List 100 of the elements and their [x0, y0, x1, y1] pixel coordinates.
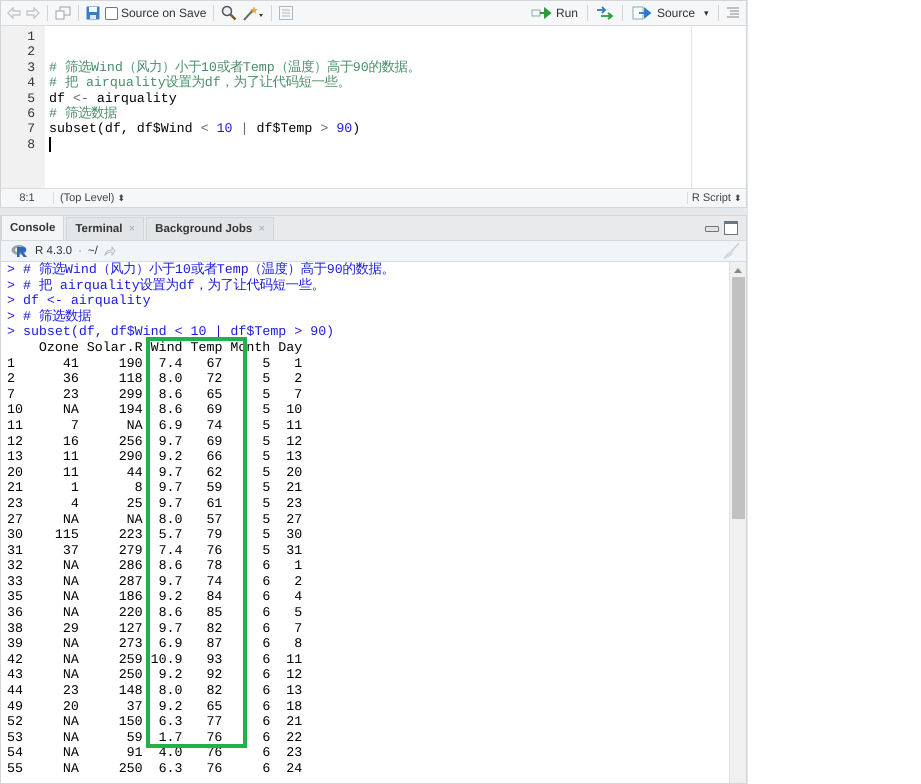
table-cell-text: 148 [118, 683, 143, 699]
row-name: 54 [7, 745, 24, 761]
row-name: 39 [7, 636, 24, 652]
table-cell-text: NA [62, 402, 79, 418]
run-button[interactable]: Run [528, 6, 580, 20]
table-cell-text: NA [62, 605, 79, 621]
table-cell-text: 57 [205, 512, 222, 528]
table-cell-text: 5 [261, 480, 270, 496]
table-cell-text: 5 [261, 402, 270, 418]
search-icon[interactable] [221, 5, 238, 21]
table-cell-text: 78 [205, 558, 222, 574]
table-cell-text: 20 [285, 464, 302, 480]
console-input-line: > # 筛选数据 [7, 308, 92, 324]
line-number: 4 [26, 75, 36, 91]
arrow-icon[interactable] [104, 246, 116, 256]
column-header: Solar.R [86, 340, 143, 356]
table-cell-text: 93 [205, 652, 222, 668]
line-number: 2 [26, 44, 36, 60]
popout-icon[interactable] [55, 6, 71, 20]
table-cell-text: 29 [62, 620, 79, 636]
save-icon[interactable] [86, 6, 100, 20]
list-icon[interactable] [279, 6, 294, 20]
scope-selector[interactable]: (Top Level) ⬍ [54, 192, 126, 204]
file-type-selector[interactable]: R Script ⬍ [686, 192, 746, 204]
table-cell-text: 7 [70, 418, 79, 434]
row-name: 21 [7, 480, 24, 496]
table-cell-text: 44 [126, 464, 143, 480]
table-cell-text: 1 [293, 356, 302, 372]
console-tab[interactable]: Background Jobs × [146, 217, 274, 240]
table-cell-text: 8 [293, 636, 302, 652]
forward-icon[interactable] [26, 7, 40, 19]
table-cell-text: 5 [261, 496, 270, 512]
table-cell-text: 5.7 [158, 527, 183, 543]
table-cell-text: 6.3 [158, 761, 183, 777]
rerun-icon[interactable] [594, 6, 615, 20]
row-name: 44 [7, 683, 24, 699]
table-cell-text: 67 [205, 356, 222, 372]
table-cell-text: 59 [126, 730, 143, 746]
row-name: 13 [7, 449, 24, 465]
row-name: 23 [7, 496, 24, 512]
console-tab[interactable]: Console [1, 215, 64, 240]
table-cell-text: 11 [285, 652, 302, 668]
magic-wand-icon[interactable] [242, 5, 264, 21]
table-cell-text: NA [62, 714, 79, 730]
table-cell-text: 6 [261, 714, 270, 730]
scroll-up-icon[interactable] [734, 268, 742, 273]
table-cell-text: 27 [285, 512, 302, 528]
table-cell-text: 4 [293, 589, 302, 606]
table-cell-text: 5 [261, 527, 270, 543]
table-cell-text: 250 [118, 667, 143, 684]
table-cell-text: NA [126, 512, 143, 528]
table-cell-text: 5 [261, 449, 270, 465]
table-cell-text: 9.7 [158, 434, 183, 450]
table-cell-text: 76 [205, 730, 222, 746]
maximize-icon[interactable] [724, 221, 738, 235]
table-cell-text: 9.7 [158, 464, 183, 480]
table-cell-text: 13 [285, 683, 302, 699]
line-number: 5 [26, 90, 36, 106]
line-number: 7 [26, 121, 36, 137]
table-cell-text: 6 [261, 605, 270, 621]
back-icon[interactable] [7, 7, 21, 19]
table-cell-text: 12 [285, 667, 302, 684]
table-cell-text: 4 [70, 496, 79, 512]
table-cell-text: 6.9 [158, 418, 183, 434]
table-cell-text: NA [62, 512, 79, 528]
row-name: 52 [7, 714, 24, 730]
source-on-save-checkbox[interactable]: Source on Save [105, 6, 206, 20]
table-cell-text: 259 [118, 652, 143, 668]
table-cell-text: 36 [62, 371, 79, 387]
table-cell-text: 5 [261, 512, 270, 528]
table-cell-text: 23 [285, 496, 302, 512]
table-cell-text: 9.2 [158, 667, 183, 684]
table-cell-text: 69 [205, 402, 222, 418]
table-cell-text: 82 [205, 683, 222, 699]
row-name: 35 [7, 589, 24, 606]
table-cell-text: 6 [261, 667, 270, 684]
table-cell-text: 115 [54, 527, 79, 543]
console-tab[interactable]: Terminal × [66, 217, 144, 240]
table-cell-text: 286 [118, 558, 143, 574]
table-cell-text: 5 [261, 542, 270, 558]
table-cell-text: 5 [261, 464, 270, 480]
table-cell-text: 25 [126, 496, 143, 512]
table-cell-text: 6 [261, 636, 270, 652]
table-cell-text: 194 [118, 402, 143, 418]
table-cell-text: 7.4 [158, 542, 183, 558]
scrollbar-thumb[interactable] [732, 277, 744, 519]
outline-icon[interactable] [726, 7, 740, 19]
table-cell-text: 6 [261, 683, 270, 699]
code-line: df <- airquality [49, 90, 177, 106]
row-name: 31 [7, 542, 24, 558]
table-cell-text: 6 [261, 652, 270, 668]
source-button[interactable]: Source ▾ [630, 6, 711, 20]
line-number: 6 [26, 106, 36, 122]
minimize-icon[interactable] [705, 224, 719, 232]
line-number: 8 [26, 136, 36, 152]
table-cell-text: 79 [205, 527, 222, 543]
table-cell-text: 65 [205, 386, 222, 402]
table-cell-text: 31 [285, 542, 302, 558]
table-cell-text: 37 [126, 698, 143, 714]
working-directory[interactable]: ~/ [88, 245, 98, 257]
